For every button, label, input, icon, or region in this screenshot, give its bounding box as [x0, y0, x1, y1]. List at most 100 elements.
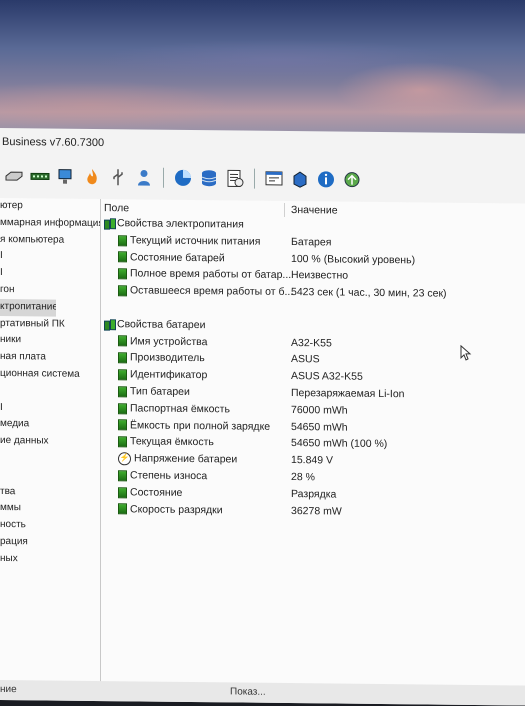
report-icon[interactable] — [225, 168, 245, 188]
value-cell: Батарея — [291, 235, 332, 249]
field-label: Текущая ёмкость — [130, 435, 214, 449]
window-title: Business v7.60.7300 — [2, 136, 105, 150]
column-divider[interactable] — [284, 202, 285, 217]
table-row[interactable]: Скорость разрядки 36278 mW — [101, 501, 525, 522]
field-label: Идентификатор — [130, 368, 208, 382]
field-label: Текущий источник питания — [130, 234, 261, 248]
status-bar: ние Показ... — [0, 680, 525, 706]
window-icon[interactable] — [264, 169, 284, 189]
battery-icon — [118, 352, 127, 364]
battery-group-icon — [104, 218, 116, 231]
group-title: Свойства электропитания — [104, 215, 244, 233]
field-cell: ⚡ Напряжение батареи — [118, 450, 237, 468]
details-rows: Свойства электропитания Текущий источник … — [101, 215, 525, 522]
sidebar-item[interactable]: ность — [0, 517, 100, 535]
value-cell: 5423 сек (1 час., 30 мин, 23 сек) — [291, 286, 447, 300]
download-icon[interactable] — [290, 169, 310, 189]
sidebar-item[interactable]: тва — [0, 484, 100, 502]
group-title-text: Свойства электропитания — [117, 217, 244, 231]
battery-icon — [118, 402, 127, 414]
chart-icon[interactable] — [173, 168, 193, 188]
value-cell: 15.849 V — [291, 454, 334, 467]
value-cell: ASUS — [291, 353, 320, 366]
memory-icon[interactable] — [30, 166, 50, 186]
value-cell: A32-K55 — [291, 336, 332, 350]
sidebar-item[interactable] — [0, 383, 100, 401]
field-label: Тип батареи — [130, 385, 190, 398]
user-icon[interactable] — [134, 167, 154, 187]
field-cell: Производитель — [118, 350, 205, 368]
sidebar-item[interactable]: гон — [0, 282, 100, 300]
value-cell: ASUS A32-K55 — [291, 370, 363, 383]
sidebar-item[interactable]: я компьютера — [0, 232, 100, 250]
battery-icon — [118, 486, 127, 498]
sidebar-item[interactable]: ие данных — [0, 433, 100, 451]
value-cell: Перезаряжаемая Li-Ion — [291, 387, 405, 401]
battery-icon — [118, 268, 127, 280]
field-cell: Паспортная ёмкость — [118, 400, 230, 418]
field-cell: Текущий источник питания — [118, 232, 260, 250]
sidebar-item[interactable]: ммы — [0, 500, 100, 518]
field-cell: Скорость разрядки — [118, 501, 223, 519]
field-cell: Оставшееся время работы от б... — [118, 282, 293, 301]
sidebar-item[interactable]: ных — [0, 551, 100, 569]
toolbar — [0, 160, 525, 198]
toolbar-separator — [163, 167, 164, 188]
details-list: Поле Значение Свойства электропитания Тек… — [101, 199, 525, 704]
field-label: Напряжение батареи — [134, 452, 238, 466]
field-cell: Идентификатор — [118, 366, 207, 384]
sidebar-item[interactable] — [0, 450, 100, 468]
sidebar-item[interactable]: ютер — [0, 198, 100, 216]
sidebar-item[interactable]: ники — [0, 332, 100, 350]
sidebar-item[interactable]: I — [0, 265, 100, 283]
field-label: Состояние — [130, 486, 183, 499]
value-cell: 28 % — [291, 471, 315, 484]
sidebar-item[interactable]: рация — [0, 534, 100, 552]
value-cell: 100 % (Высокий уровень) — [291, 252, 416, 266]
sidebar-item[interactable]: ктропитание — [0, 298, 56, 317]
value-cell: Неизвестно — [291, 269, 349, 283]
sidebar-item[interactable]: ционная система — [0, 366, 100, 384]
sidebar-item[interactable]: I — [0, 400, 100, 418]
field-label: Полное время работы от батар... — [130, 267, 292, 282]
update-icon[interactable] — [342, 170, 362, 190]
battery-icon — [118, 234, 127, 247]
battery-group-icon — [104, 319, 116, 331]
drive-icon[interactable] — [4, 166, 24, 186]
battery-icon — [118, 251, 127, 263]
battery-icon — [118, 285, 127, 297]
sidebar-item[interactable]: медиа — [0, 416, 100, 434]
battery-icon — [118, 369, 127, 381]
sidebar-item[interactable]: ммарная информация — [0, 215, 100, 233]
group-title: Свойства батареи — [104, 316, 205, 334]
app-window: Business v7.60.7300 ютер ммарная информа… — [0, 128, 525, 706]
sidebar-item[interactable]: ртативный ПК — [0, 316, 100, 334]
sidebar-item[interactable]: I — [0, 248, 100, 266]
field-cell: Ёмкость при полной зарядке — [118, 417, 270, 435]
value-cell: 36278 mW — [291, 504, 342, 518]
network-icon[interactable] — [56, 167, 76, 187]
value-cell: 76000 mWh — [291, 403, 348, 417]
info-icon[interactable] — [316, 169, 336, 189]
field-label: Состояние батарей — [130, 250, 225, 264]
field-label: Оставшееся время работы от б... — [130, 284, 294, 299]
sidebar-item[interactable] — [0, 467, 100, 485]
field-cell: Состояние — [118, 484, 182, 501]
battery-icon — [118, 335, 127, 347]
field-label: Производитель — [130, 351, 205, 365]
value-cell: 54650 mWh (100 %) — [291, 437, 388, 451]
desktop-wallpaper — [0, 0, 525, 140]
sidebar-tree: ютер ммарная информация я компьютера I Iгон к… — [0, 198, 101, 700]
voltage-icon: ⚡ — [118, 452, 131, 466]
flame-icon[interactable] — [82, 167, 102, 187]
usb-icon[interactable] — [108, 167, 128, 187]
sidebar-item[interactable]: ная плата — [0, 349, 100, 367]
mouse-cursor-icon — [460, 344, 472, 364]
field-label: Паспортная ёмкость — [130, 402, 230, 416]
database-icon[interactable] — [199, 168, 219, 188]
battery-icon — [118, 386, 127, 398]
field-cell: Текущая ёмкость — [118, 434, 214, 452]
field-cell: Тип батареи — [118, 383, 190, 401]
field-cell: Состояние батарей — [118, 249, 225, 267]
battery-icon — [118, 419, 127, 431]
